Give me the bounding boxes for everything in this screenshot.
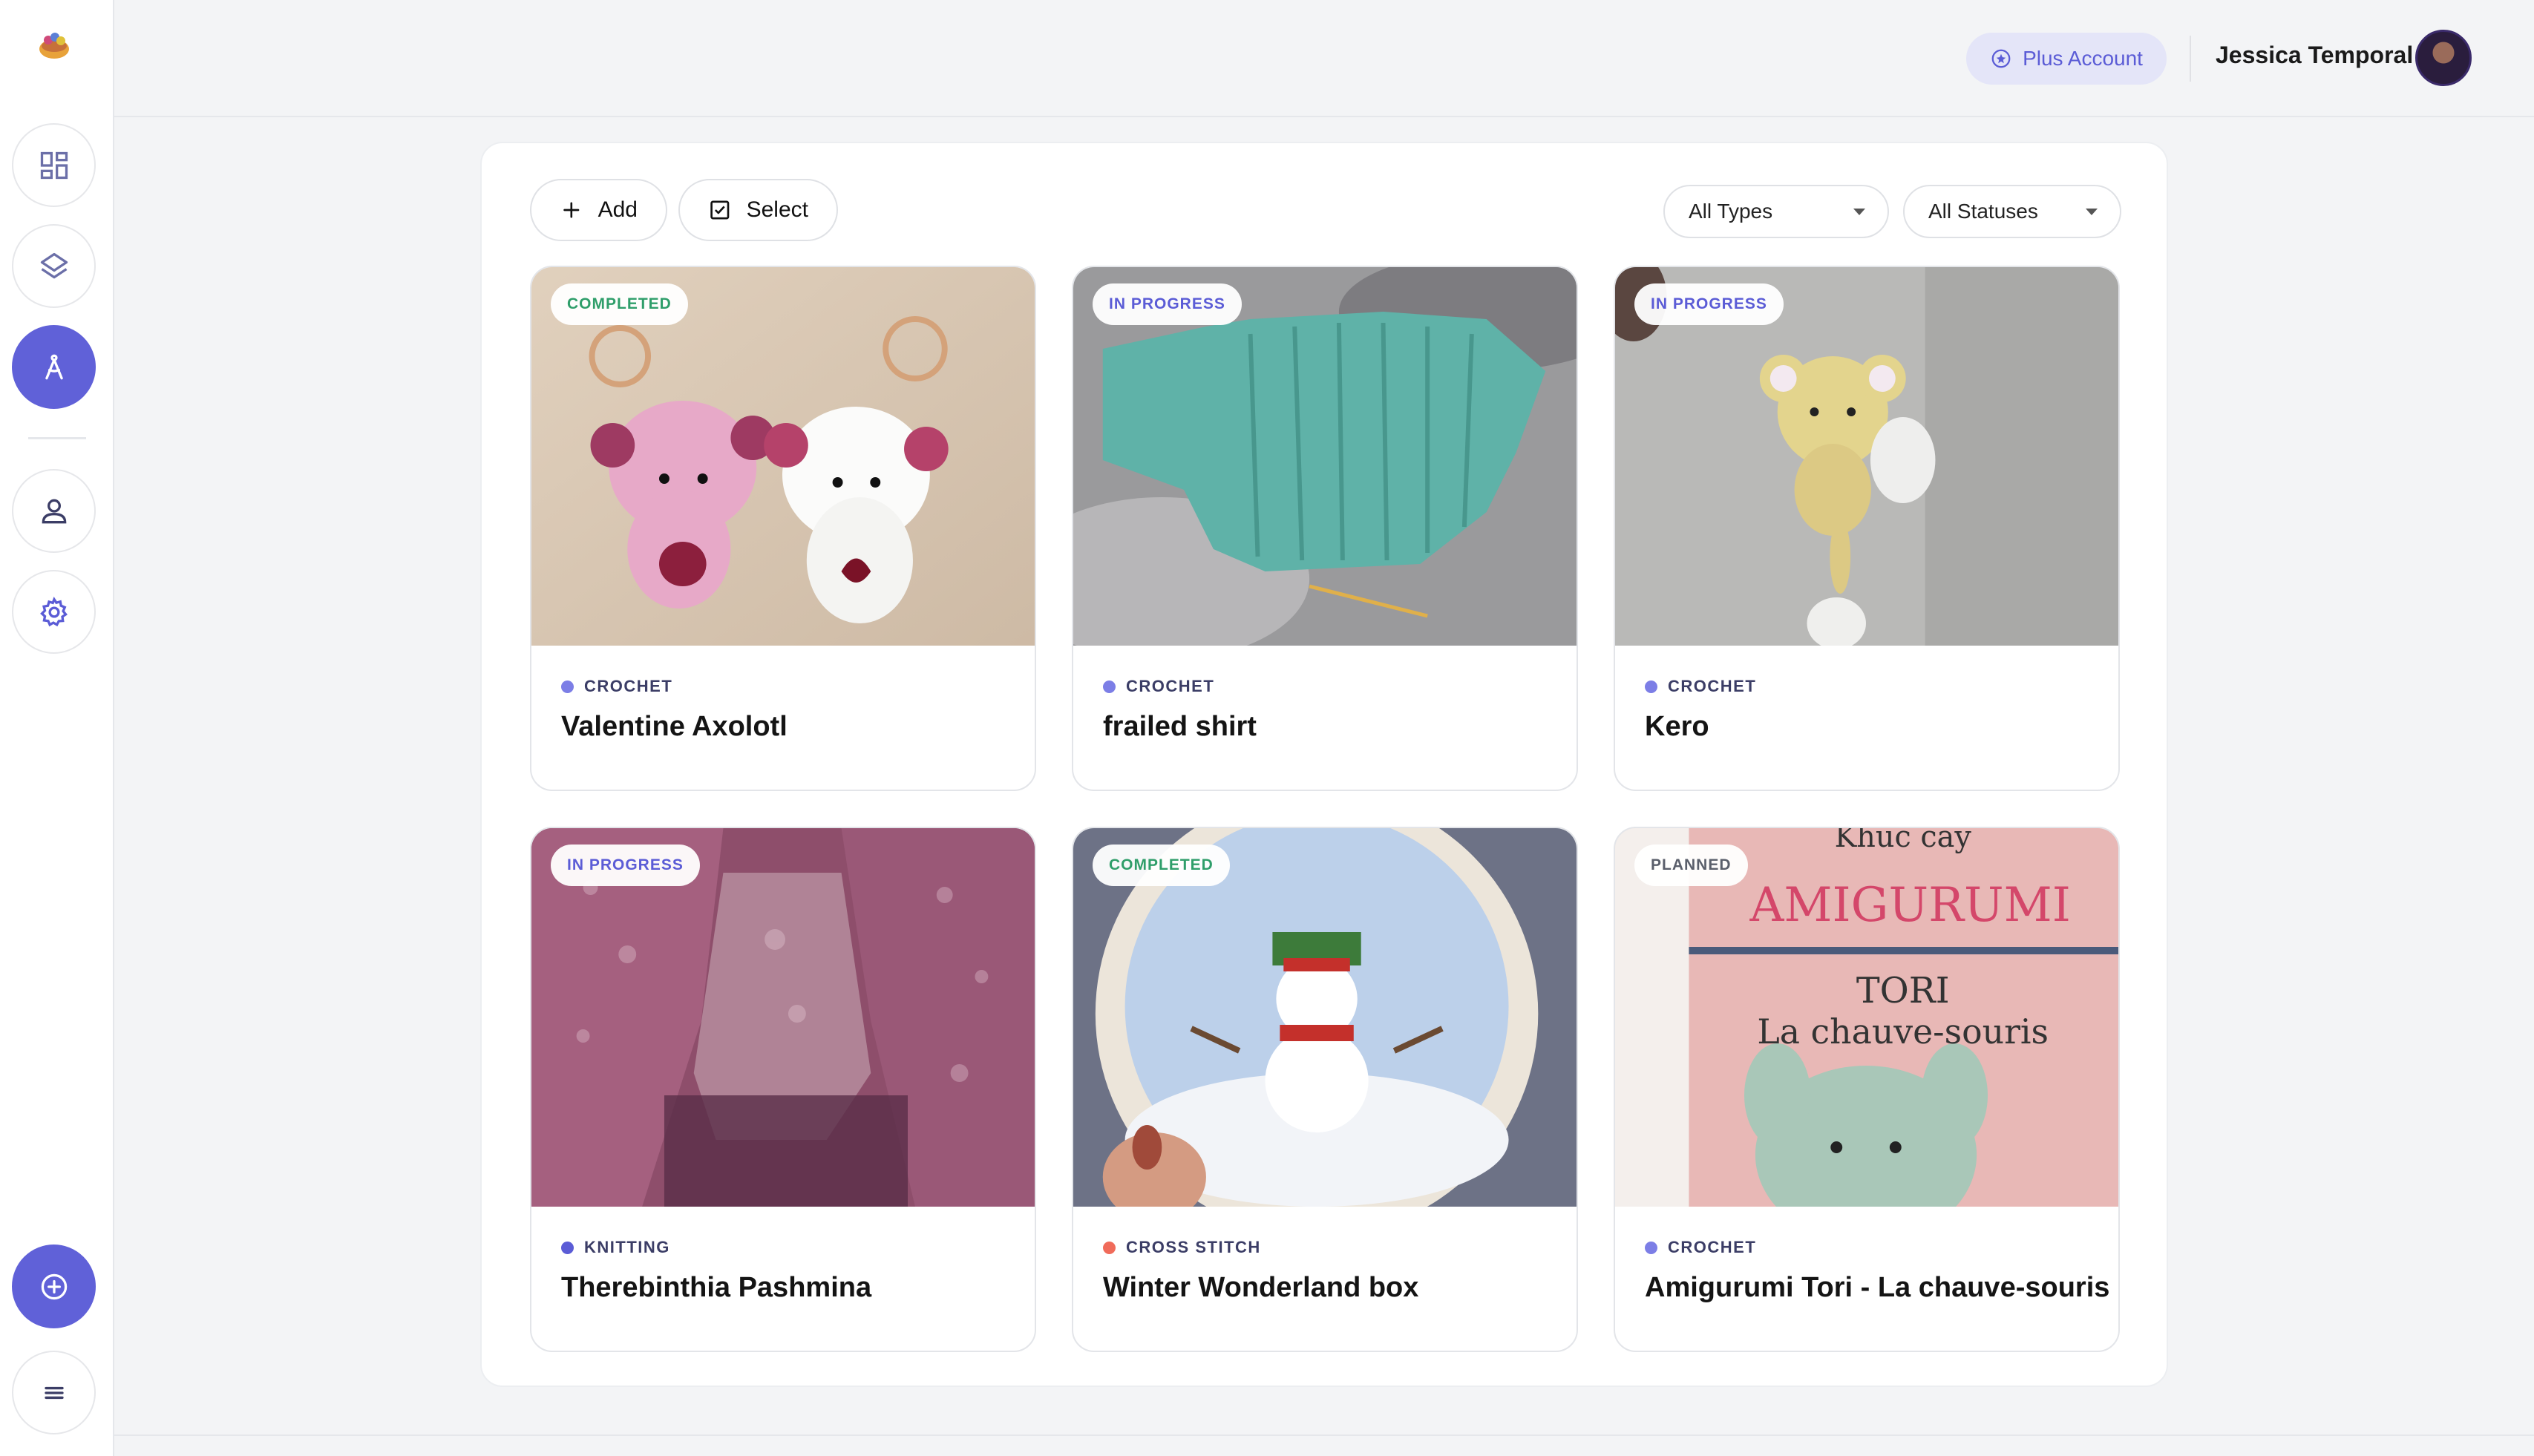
quick-add-button[interactable] [12, 1245, 96, 1328]
status-badge: COMPLETED [1093, 845, 1230, 886]
chevron-down-icon [2086, 209, 2098, 215]
svg-text:AMIGURUMI: AMIGURUMI [1749, 878, 2070, 933]
craft-dot [1103, 680, 1116, 693]
header-divider [2190, 36, 2191, 82]
compass-icon [45, 354, 63, 379]
project-card[interactable]: IN PROGRESS CROCHET Kero [1614, 266, 2120, 791]
sidebar-divider [28, 437, 86, 439]
craft-type: KNITTING [561, 1238, 670, 1257]
project-title: Kero [1645, 711, 1709, 742]
status-badge: PLANNED [1634, 845, 1748, 886]
nav-settings-button[interactable] [12, 570, 96, 654]
craft-label: CROSS STITCH [1126, 1238, 1261, 1256]
craft-label: KNITTING [584, 1238, 670, 1256]
craft-dot [561, 680, 574, 693]
select-label: Select [746, 197, 808, 222]
dashboard-icon [40, 151, 68, 179]
plus-icon [563, 202, 580, 218]
menu-button[interactable] [12, 1351, 96, 1434]
status-filter-value: All Statuses [1928, 200, 2038, 223]
project-title: Amigurumi Tori - La chauve-souris [1645, 1272, 2110, 1303]
svg-text:Khuc cay: Khuc cay [1835, 828, 1972, 854]
add-button[interactable]: Add [530, 179, 667, 241]
project-card[interactable]: IN PROGRESS KNITTING Therebinthia Pashmi… [530, 827, 1036, 1352]
sidebar [0, 0, 114, 1456]
craft-label: CROCHET [1668, 1238, 1757, 1256]
craft-type: CROCHET [1645, 677, 1756, 696]
plus-badge-icon [1991, 49, 2011, 68]
project-title: Valentine Axolotl [561, 711, 788, 742]
project-title: frailed shirt [1103, 711, 1257, 742]
gear-icon [39, 596, 68, 626]
nav-profile-button[interactable] [12, 469, 96, 553]
svg-text:TORI: TORI [1856, 971, 1950, 1011]
status-badge: IN PROGRESS [1093, 283, 1242, 325]
chevron-down-icon [1853, 209, 1865, 215]
craft-type: CROCHET [1103, 677, 1214, 696]
craft-dot [1645, 680, 1657, 693]
top-bar [114, 0, 2534, 117]
status-badge: IN PROGRESS [1634, 283, 1784, 325]
user-name[interactable]: Jessica Temporal [2216, 42, 2413, 69]
svg-text:La chauve-souris: La chauve-souris [1757, 1011, 2049, 1052]
select-button[interactable]: Select [678, 179, 838, 241]
craft-type: CROCHET [561, 677, 672, 696]
checkbox-icon [710, 200, 730, 220]
layers-icon [40, 252, 68, 278]
type-filter-select[interactable]: All Types [1663, 185, 1889, 238]
nav-projects-button[interactable] [12, 325, 96, 409]
status-badge: IN PROGRESS [551, 845, 700, 886]
craft-dot [1103, 1241, 1116, 1254]
status-badge: COMPLETED [551, 283, 688, 325]
app-logo-icon[interactable] [37, 28, 71, 61]
craft-type: CROCHET [1645, 1238, 1756, 1257]
project-card[interactable]: Khuc cay AMIGURUMI TORI La chauve-souris… [1614, 827, 2120, 1352]
project-title: Winter Wonderland box [1103, 1272, 1419, 1303]
craft-type: CROSS STITCH [1103, 1238, 1261, 1257]
project-card[interactable]: COMPLETED CROCHET Valentine Axolotl [530, 266, 1036, 791]
nav-layers-button[interactable] [12, 224, 96, 308]
plus-account-button[interactable]: Plus Account [1966, 33, 2167, 85]
menu-icon [44, 1386, 64, 1399]
footer-divider [114, 1434, 2534, 1436]
craft-label: CROCHET [1126, 677, 1215, 695]
craft-dot [1645, 1241, 1657, 1254]
project-card[interactable]: IN PROGRESS CROCHET frailed shirt [1072, 266, 1578, 791]
avatar[interactable] [2415, 30, 2472, 86]
project-title: Therebinthia Pashmina [561, 1272, 872, 1303]
nav-dashboard-button[interactable] [12, 123, 96, 207]
add-circle-icon [41, 1273, 67, 1299]
projects-panel: Add Select All Types All Statuses COMPLE… [480, 142, 2168, 1387]
craft-dot [561, 1241, 574, 1254]
user-icon [42, 499, 66, 523]
craft-label: CROCHET [1668, 677, 1757, 695]
status-filter-select[interactable]: All Statuses [1903, 185, 2121, 238]
project-card[interactable]: COMPLETED CROSS STITCH Winter Wonderland… [1072, 827, 1578, 1352]
craft-label: CROCHET [584, 677, 673, 695]
add-label: Add [598, 197, 638, 222]
type-filter-value: All Types [1689, 200, 1773, 223]
plus-account-label: Plus Account [2023, 47, 2143, 70]
